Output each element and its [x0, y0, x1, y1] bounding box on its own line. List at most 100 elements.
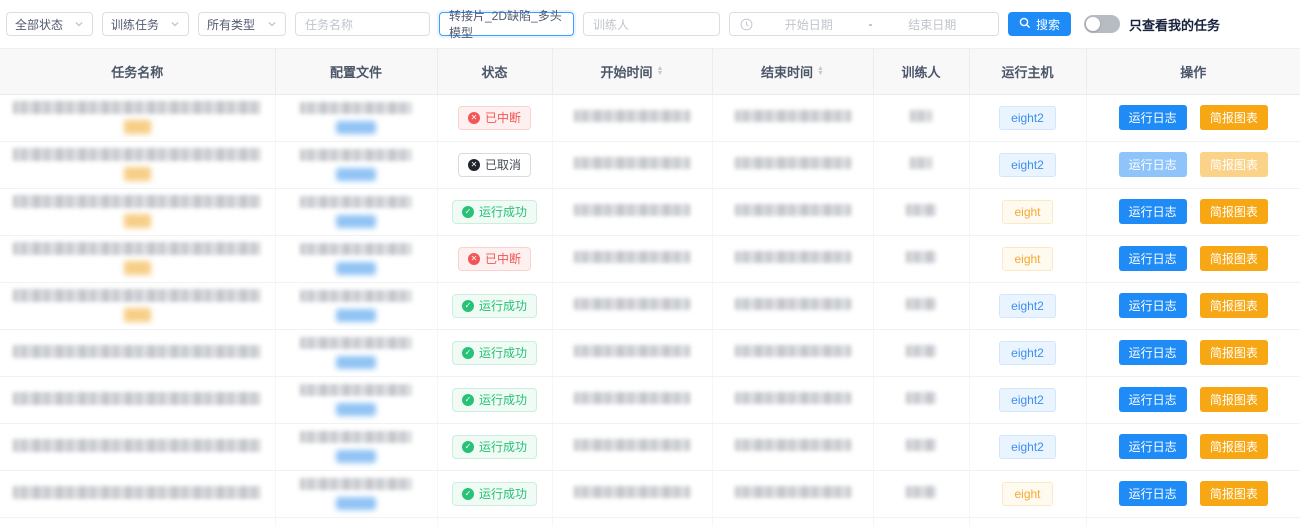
start-time-cell	[552, 141, 712, 188]
date-start-placeholder: 开始日期	[753, 16, 865, 33]
filter-bar: 全部状态 训练任务 所有类型 任务名称 转接片_2D缺陷_多头模型 训练人 开始…	[0, 0, 1300, 48]
run-log-button[interactable]: 运行日志	[1119, 340, 1187, 365]
status-cell: ✓ 运行成功	[437, 282, 552, 329]
report-chart-button[interactable]: 简报图表	[1200, 387, 1268, 412]
config-file-cell	[275, 282, 437, 329]
run-log-button[interactable]: 运行日志	[1119, 293, 1187, 318]
trainer-redacted	[906, 486, 936, 498]
close-circle-icon: ✕	[468, 112, 480, 124]
report-chart-button[interactable]: 简报图表	[1200, 246, 1268, 271]
actions-cell: 运行日志 简报图表	[1086, 188, 1300, 235]
table-row-partial	[0, 517, 1300, 526]
host-cell: eight2	[969, 141, 1086, 188]
run-log-button[interactable]: 运行日志	[1119, 199, 1187, 224]
end-time-cell	[712, 141, 873, 188]
col-header-config-file: 配置文件	[275, 49, 437, 94]
close-circle-icon: ✕	[468, 159, 480, 171]
status-badge: ✓ 运行成功	[452, 200, 537, 224]
task-type-select[interactable]: 训练任务	[102, 12, 189, 36]
config-file-redacted	[300, 243, 412, 255]
run-log-button[interactable]: 运行日志	[1119, 105, 1187, 130]
run-log-button[interactable]: 运行日志	[1119, 481, 1187, 506]
report-chart-button[interactable]: 简报图表	[1200, 152, 1268, 177]
report-chart-button[interactable]: 简报图表	[1200, 293, 1268, 318]
table-row: ✓ 运行成功 eight2 运行日志 简报图表	[0, 423, 1300, 470]
config-link-redacted[interactable]	[336, 403, 376, 416]
sort-carets-icon[interactable]: ▲▼	[817, 66, 824, 76]
task-name-redacted	[13, 148, 261, 161]
check-circle-icon: ✓	[462, 394, 474, 406]
config-file-redacted	[300, 149, 412, 161]
status-cell: ✓ 运行成功	[437, 188, 552, 235]
config-link-redacted[interactable]	[336, 121, 376, 134]
search-button[interactable]: 搜索	[1008, 12, 1071, 36]
status-badge: ✕ 已中断	[458, 247, 531, 271]
host-tag: eight	[1002, 482, 1052, 506]
end-time-redacted	[735, 298, 851, 310]
trainer-cell	[873, 282, 969, 329]
tasks-table: 任务名称 配置文件 状态 开始时间 ▲▼ 结束时间 ▲▼ 训练人 运行主机 操作	[0, 49, 1300, 526]
run-log-button[interactable]: 运行日志	[1119, 152, 1187, 177]
table-row: ✓ 运行成功 eight2 运行日志 简报图表	[0, 376, 1300, 423]
task-name-cell	[0, 141, 275, 188]
sort-carets-icon[interactable]: ▲▼	[657, 66, 664, 76]
category-select[interactable]: 所有类型	[198, 12, 286, 36]
trainer-redacted	[910, 110, 932, 122]
config-link-redacted[interactable]	[336, 262, 376, 275]
config-link-redacted[interactable]	[336, 215, 376, 228]
trainer-redacted	[910, 157, 932, 169]
config-link-redacted[interactable]	[336, 168, 376, 181]
end-time-cell	[712, 94, 873, 141]
col-header-status: 状态	[437, 49, 552, 94]
report-chart-button[interactable]: 简报图表	[1200, 199, 1268, 224]
task-name-redacted	[13, 439, 261, 452]
end-time-cell	[712, 282, 873, 329]
host-tag: eight2	[999, 153, 1056, 177]
task-search-input[interactable]: 转接片_2D缺陷_多头模型	[439, 12, 574, 36]
start-time-redacted	[574, 251, 690, 263]
report-chart-button[interactable]: 简报图表	[1200, 340, 1268, 365]
config-file-redacted	[300, 290, 412, 302]
run-log-button[interactable]: 运行日志	[1119, 246, 1187, 271]
status-badge: ✕ 已中断	[458, 106, 531, 130]
end-time-redacted	[735, 345, 851, 357]
config-file-redacted	[300, 384, 412, 396]
status-cell: ✕ 已取消	[437, 141, 552, 188]
host-cell: eight	[969, 235, 1086, 282]
table-row: ✓ 运行成功 eight 运行日志 简报图表	[0, 188, 1300, 235]
run-log-button[interactable]: 运行日志	[1119, 434, 1187, 459]
start-time-redacted	[574, 298, 690, 310]
task-tag-redacted	[124, 308, 151, 322]
report-chart-button[interactable]: 简报图表	[1200, 481, 1268, 506]
trainer-redacted	[906, 251, 936, 263]
date-range-picker[interactable]: 开始日期 - 结束日期	[729, 12, 999, 36]
date-separator: -	[865, 17, 877, 31]
status-badge: ✓ 运行成功	[452, 388, 537, 412]
my-tasks-toggle-label: 只查看我的任务	[1129, 15, 1220, 34]
end-time-cell	[712, 235, 873, 282]
my-tasks-toggle[interactable]	[1084, 15, 1120, 33]
start-time-redacted	[574, 345, 690, 357]
report-chart-button[interactable]: 简报图表	[1200, 105, 1268, 130]
trainer-cell	[873, 423, 969, 470]
end-time-cell	[712, 188, 873, 235]
config-file-cell	[275, 141, 437, 188]
config-link-redacted[interactable]	[336, 309, 376, 322]
task-name-redacted	[13, 392, 261, 405]
start-time-cell	[552, 329, 712, 376]
status-select[interactable]: 全部状态	[6, 12, 93, 36]
config-link-redacted[interactable]	[336, 356, 376, 369]
col-header-end-time: 结束时间 ▲▼	[712, 49, 873, 94]
run-log-button[interactable]: 运行日志	[1119, 387, 1187, 412]
config-link-redacted[interactable]	[336, 450, 376, 463]
config-link-redacted[interactable]	[336, 497, 376, 510]
status-badge: ✓ 运行成功	[452, 341, 537, 365]
category-select-value: 所有类型	[207, 16, 255, 33]
chevron-down-icon	[74, 19, 84, 29]
report-chart-button[interactable]: 简报图表	[1200, 434, 1268, 459]
trainer-input[interactable]: 训练人	[583, 12, 720, 36]
task-tag-redacted	[124, 214, 151, 228]
host-tag: eight2	[999, 106, 1056, 130]
task-name-redacted	[13, 242, 261, 255]
task-name-input[interactable]: 任务名称	[295, 12, 430, 36]
